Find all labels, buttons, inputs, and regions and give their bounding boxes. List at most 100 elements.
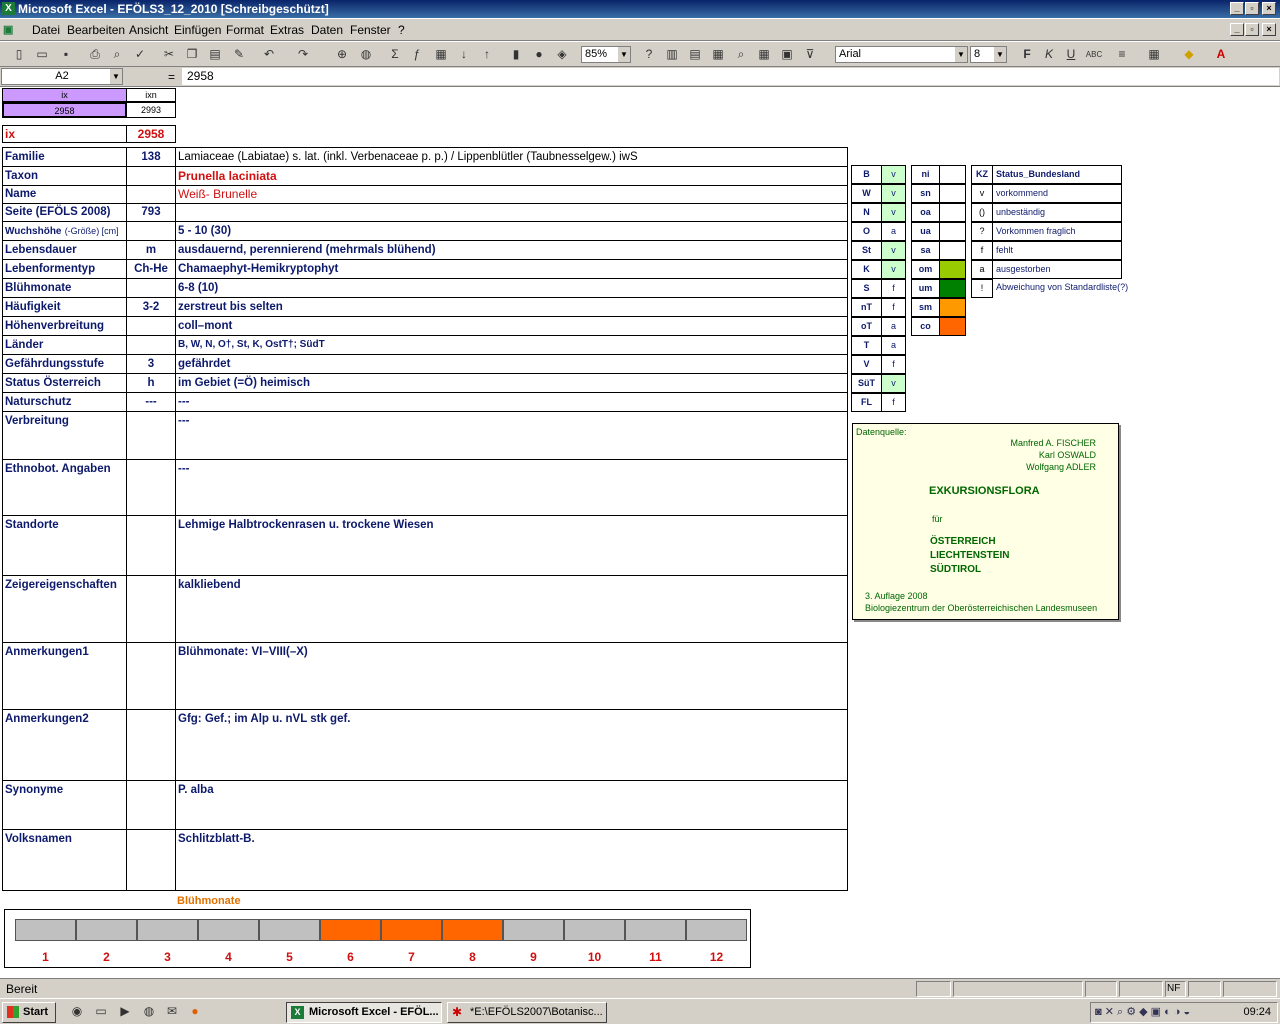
maximize-button[interactable]: ▫	[1245, 2, 1259, 15]
row-value[interactable]: Gfg: Gef.; im Alp u. nVL stk gef.	[175, 709, 848, 781]
row-label[interactable]: Zeigereigenschaften	[2, 575, 127, 643]
font-select[interactable]: Arial ▼	[835, 46, 968, 63]
legend-key[interactable]: v	[971, 184, 993, 203]
quicklaunch-mail-icon[interactable]: ✉	[163, 1003, 181, 1020]
row-label[interactable]: Seite (EFÖLS 2008)	[2, 203, 127, 222]
legend-text[interactable]: fehlt	[992, 241, 1122, 260]
underline-icon[interactable]: U	[1062, 46, 1080, 63]
row-value[interactable]: zerstreut bis selten	[175, 297, 848, 317]
state-value[interactable]: v	[881, 203, 906, 222]
row-value[interactable]: Prunella laciniata	[175, 166, 848, 186]
row-label[interactable]: Verbreitung	[2, 411, 127, 460]
state-value[interactable]: v	[881, 184, 906, 203]
state-value[interactable]: a	[881, 336, 906, 355]
status-header[interactable]: Status_Bundesland	[992, 165, 1122, 184]
help-icon[interactable]: ?	[640, 46, 658, 63]
row-label[interactable]: Wuchshöhe (-Größe) [cm]	[2, 221, 127, 241]
row-label[interactable]: Volksnamen	[2, 829, 127, 891]
row-value[interactable]: 5 - 10 (30)	[175, 221, 848, 241]
row-label[interactable]: Taxon	[2, 166, 127, 186]
row-value[interactable]	[175, 203, 848, 222]
state-key[interactable]: N	[851, 203, 882, 222]
workbook-icon[interactable]: ▣	[3, 23, 13, 36]
height-key[interactable]: ni	[911, 165, 940, 184]
height-swatch[interactable]	[939, 317, 966, 336]
chart-icon[interactable]: ▮	[507, 46, 525, 63]
quicklaunch-firefox-icon[interactable]: ●	[186, 1003, 204, 1020]
state-value[interactable]: a	[881, 222, 906, 241]
row-value[interactable]: P. alba	[175, 780, 848, 830]
hyperlink-icon[interactable]: ⊕	[333, 46, 351, 63]
undo-icon[interactable]: ↶	[260, 46, 278, 63]
tray-icons[interactable]: ◙ ✕ ⌕ ⚙ ◆ ▣ ◐ ◑ ◒	[1095, 1005, 1190, 1019]
calendar-icon[interactable]: ▦	[709, 46, 727, 63]
row-label[interactable]: Ethnobot. Angaben	[2, 459, 127, 516]
height-swatch[interactable]	[939, 260, 966, 279]
state-key[interactable]: V	[851, 355, 882, 374]
row-code[interactable]	[126, 221, 176, 241]
menu-help[interactable]: ?	[398, 23, 405, 37]
row-code[interactable]	[126, 335, 176, 355]
spelling-icon[interactable]: ✓	[131, 46, 149, 63]
state-value[interactable]: v	[881, 241, 906, 260]
legend-text[interactable]: Vorkommen fraglich	[992, 222, 1122, 241]
paste-icon[interactable]: ▤	[206, 46, 224, 63]
state-key[interactable]: B	[851, 165, 882, 184]
row-value[interactable]: Blühmonate: VI–VIII(–X)	[175, 642, 848, 710]
sort-asc-icon[interactable]: ↓	[455, 46, 473, 63]
legend-text[interactable]: unbeständig	[992, 203, 1122, 222]
row-code[interactable]: 793	[126, 203, 176, 222]
row-value[interactable]: Lamiaceae (Labiatae) s. lat. (inkl. Verb…	[175, 147, 848, 167]
row-code[interactable]	[126, 166, 176, 186]
state-value[interactable]: v	[881, 374, 906, 393]
quicklaunch-desktop-icon[interactable]: ▭	[92, 1003, 110, 1020]
row-value[interactable]: ---	[175, 459, 848, 516]
row-value[interactable]: im Gebiet (=Ö) heimisch	[175, 373, 848, 393]
bold-icon[interactable]: F	[1018, 46, 1036, 63]
row-label[interactable]: Häufigkeit	[2, 297, 127, 317]
row-value[interactable]: coll–mont	[175, 316, 848, 336]
state-value[interactable]: f	[881, 355, 906, 374]
kz-header[interactable]: KZ	[971, 165, 993, 184]
height-swatch[interactable]	[939, 298, 966, 317]
formula-input[interactable]: 2958	[182, 68, 1279, 85]
row-value[interactable]: gefährdet	[175, 354, 848, 374]
height-key[interactable]: sa	[911, 241, 940, 260]
row-value[interactable]: 6-8 (10)	[175, 278, 848, 298]
row-value[interactable]: ausdauernd, perennierend (mehrmals blühe…	[175, 240, 848, 260]
font-size-select[interactable]: 8 ▼	[970, 46, 1007, 63]
worksheet[interactable]: ix ixn 2958 2993 ix 2958 Familie 138 Lamia…	[0, 88, 1280, 976]
row-label[interactable]: Länder	[2, 335, 127, 355]
row-code[interactable]	[126, 316, 176, 336]
legend-key[interactable]: f	[971, 241, 993, 260]
state-key[interactable]: T	[851, 336, 882, 355]
row-code[interactable]	[126, 642, 176, 710]
state-value[interactable]: f	[881, 298, 906, 317]
height-key[interactable]: sn	[911, 184, 940, 203]
print-icon[interactable]: ⎙	[86, 46, 104, 63]
row-label[interactable]: Blühmonate	[2, 278, 127, 298]
row-code[interactable]: h	[126, 373, 176, 393]
row-code[interactable]	[126, 185, 176, 204]
legend-text[interactable]: ausgestorben	[992, 260, 1122, 279]
row-label[interactable]: Name	[2, 185, 127, 204]
state-value[interactable]: v	[881, 165, 906, 184]
state-value[interactable]: v	[881, 260, 906, 279]
state-key[interactable]: S	[851, 279, 882, 298]
height-key[interactable]: ua	[911, 222, 940, 241]
legend-key[interactable]: !	[971, 279, 993, 298]
row-code[interactable]	[126, 411, 176, 460]
find-icon[interactable]: ⌕	[732, 46, 750, 63]
row-value[interactable]: Schlitzblatt-B.	[175, 829, 848, 891]
sheet-icon[interactable]: ▣	[778, 46, 796, 63]
ix-label[interactable]: ix	[2, 125, 127, 143]
row-code[interactable]: Ch-He	[126, 259, 176, 279]
font-color-icon[interactable]: A	[1212, 46, 1230, 63]
legend-key[interactable]: ?	[971, 222, 993, 241]
row-code[interactable]: 138	[126, 147, 176, 167]
new-icon[interactable]: ▯	[10, 46, 28, 63]
row-code[interactable]	[126, 575, 176, 643]
doc-minimize-button[interactable]: _	[1230, 23, 1244, 36]
height-swatch[interactable]	[939, 203, 966, 222]
row-value[interactable]: Weiß- Brunelle	[175, 185, 848, 204]
